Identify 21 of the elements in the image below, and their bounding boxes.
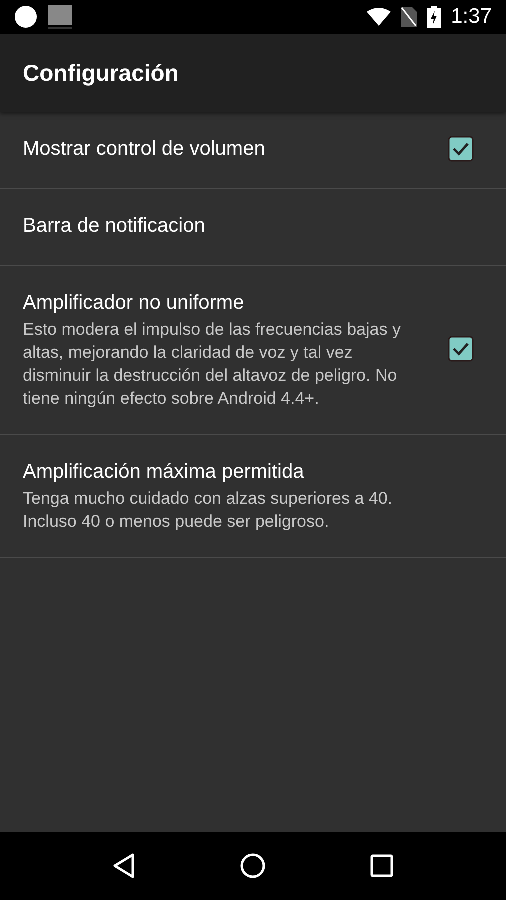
setting-title: Amplificación máxima permitida [23, 460, 306, 485]
settings-item[interactable]: Mostrar control de volumen [0, 112, 506, 189]
setting-summary: Esto modera el impulso de las frecuencias bajas y altas, mejorando la claridad de voz y tal vez disminuir la destrucción del altavoz de peligro. No tiene ningún efecto sobre Android 4.4+. [23, 319, 402, 410]
back-icon[interactable] [112, 853, 136, 879]
screen-title: Configuración [23, 60, 179, 86]
home-icon[interactable] [240, 853, 266, 879]
checkbox[interactable] [448, 336, 474, 362]
recents-icon[interactable] [370, 854, 394, 878]
no-sim-icon [401, 7, 418, 27]
checkbox[interactable] [448, 136, 474, 162]
settings-item[interactable]: Barra de notificacion [0, 189, 506, 266]
status-time: 1:37 [451, 5, 492, 29]
setting-title: Mostrar control de volumen [23, 137, 266, 162]
wifi-icon [367, 8, 392, 26]
setting-summary: Tenga mucho cuidado con alzas superiores a 40. Incluso 40 o menos puede ser peligroso. [23, 488, 394, 533]
circle-icon [14, 5, 38, 29]
battery-charging-icon [427, 6, 442, 28]
image-icon [48, 5, 72, 29]
setting-title: Barra de notificacion [23, 214, 206, 239]
settings-item[interactable]: Amplificación máxima permitida Tenga mucho cuidado con alzas superiores a 40. Incluso 40 o menos puede ser peligroso. [0, 435, 506, 558]
setting-title: Amplificador no uniforme [23, 291, 246, 316]
